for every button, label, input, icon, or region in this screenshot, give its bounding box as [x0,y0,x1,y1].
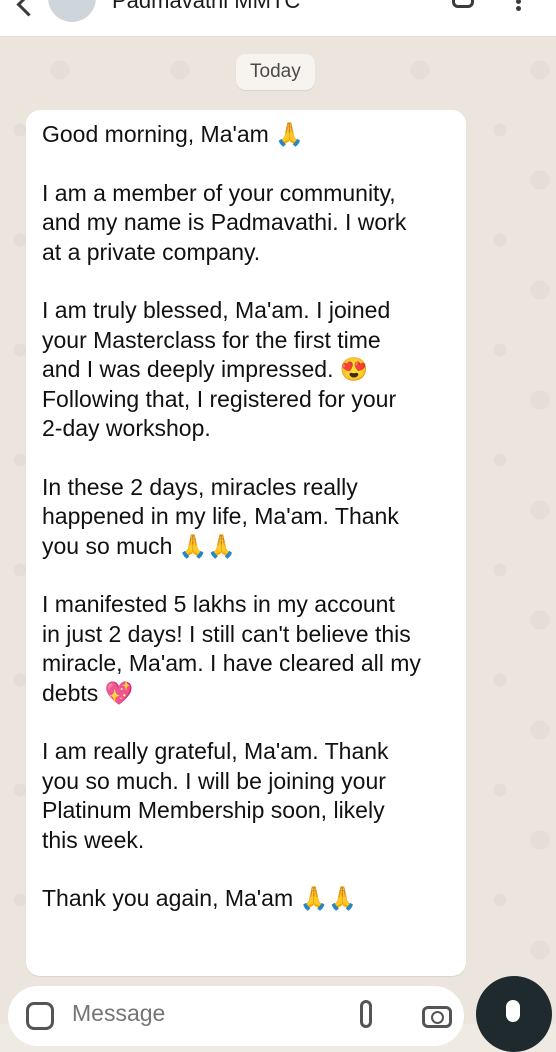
emoji-icon[interactable] [26,1002,54,1030]
message-composer [8,986,464,1046]
chat-header: Padmavathi MMTC [0,0,556,37]
message-paragraph: In these 2 days, miracles really happene… [42,473,399,559]
message-input[interactable] [72,1000,332,1027]
more-options-icon[interactable] [516,0,522,11]
date-divider: Today [236,54,315,90]
message-paragraph: I am truly blessed, Ma'am. I joined your… [42,297,397,441]
voice-message-button[interactable] [476,976,552,1052]
call-icon[interactable] [452,0,474,8]
mic-icon [506,1000,520,1022]
camera-icon[interactable] [422,1006,452,1028]
back-arrow-icon[interactable] [16,0,41,17]
message-paragraph: Thank you again, Ma'am 🙏🙏 [42,885,357,911]
incoming-message-bubble[interactable]: Good morning, Ma'am 🙏 I am a member of y… [26,110,466,976]
message-paragraph: I am a member of your community, and my … [42,179,407,265]
contact-name[interactable]: Padmavathi MMTC [112,0,300,14]
message-paragraph: Good morning, Ma'am 🙏 [42,121,304,147]
message-paragraph: I am really grateful, Ma'am. Thank you s… [42,738,389,853]
avatar[interactable] [48,0,96,22]
message-paragraph: I manifested 5 lakhs in my account in ju… [42,591,421,706]
